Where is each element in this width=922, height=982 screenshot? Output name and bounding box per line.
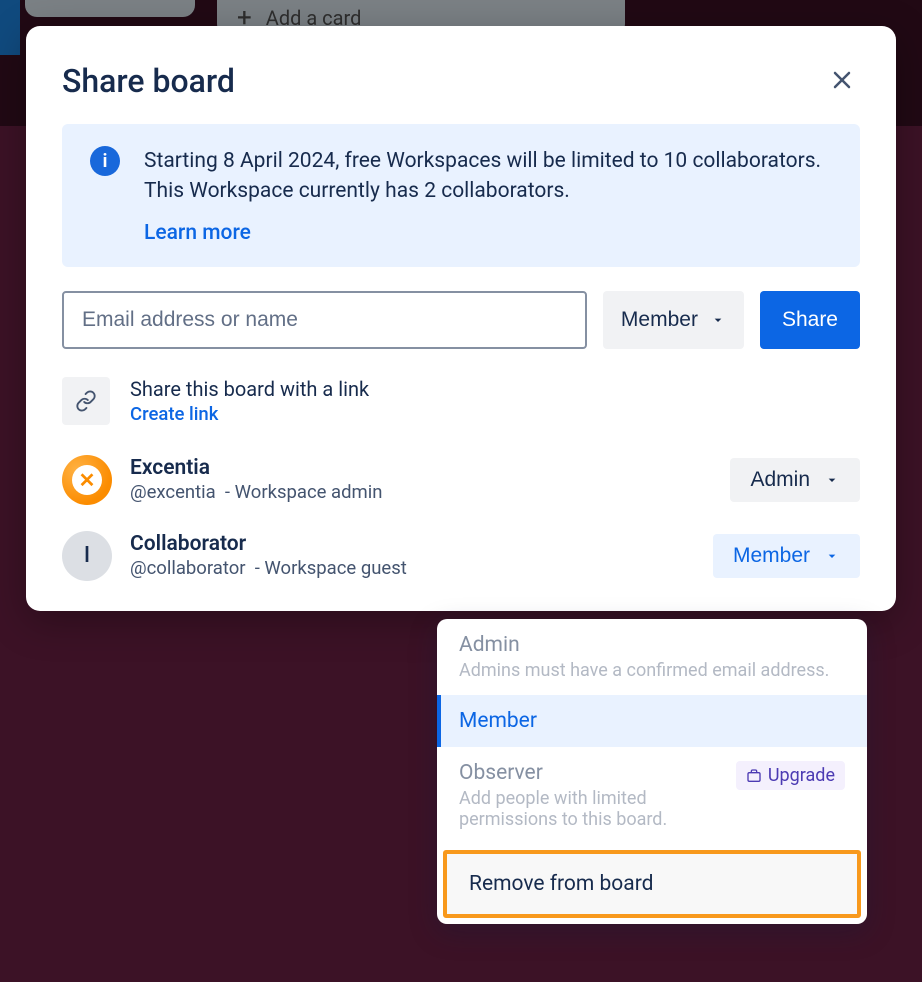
link-icon [62,377,110,425]
chevron-down-icon [824,472,840,488]
dropdown-remove-from-board[interactable]: Remove from board [443,850,861,918]
member-row-collaborator: I Collaborator @collaborator - Workspace… [62,531,860,581]
member-row-excentia: ✕ Excentia @excentia - Workspace admin A… [62,455,860,505]
modal-title: Share board [62,62,235,100]
member-name: Collaborator [130,532,695,556]
role-select-excentia[interactable]: Admin [730,458,860,502]
role-dropdown: Admin Admins must have a confirmed email… [437,619,867,924]
avatar-collaborator: I [62,531,112,581]
member-sub: @excentia - Workspace admin [130,481,712,503]
dropdown-observer[interactable]: Observer Add people with limited permiss… [437,747,867,844]
avatar-glyph: ✕ [72,465,102,495]
dropdown-member[interactable]: Member [437,695,867,747]
info-icon: i [90,146,120,176]
member-sub: @collaborator - Workspace guest [130,557,695,579]
close-icon [830,68,854,92]
close-button[interactable] [824,62,860,98]
briefcase-icon [746,768,762,784]
chevron-down-icon [710,312,726,328]
learn-more-link[interactable]: Learn more [144,221,832,245]
share-button[interactable]: Share [760,291,860,349]
member-name: Excentia [130,456,712,480]
share-link-title: Share this board with a link [130,377,369,401]
email-input[interactable] [62,291,587,349]
role-default-select[interactable]: Member [603,291,744,349]
role-select-collaborator[interactable]: Member [713,534,860,578]
create-link-button[interactable]: Create link [130,403,369,425]
share-link-section: Share this board with a link Create link [62,377,860,425]
info-banner: i Starting 8 April 2024, free Workspaces… [62,124,860,267]
chevron-down-icon [824,548,840,564]
upgrade-badge[interactable]: Upgrade [736,761,845,790]
role-default-label: Member [621,308,698,332]
avatar-excentia: ✕ [62,455,112,505]
share-board-modal: Share board i Starting 8 April 2024, fre… [26,26,896,611]
banner-text: Starting 8 April 2024, free Workspaces w… [144,146,832,207]
dropdown-admin[interactable]: Admin Admins must have a confirmed email… [437,619,867,695]
